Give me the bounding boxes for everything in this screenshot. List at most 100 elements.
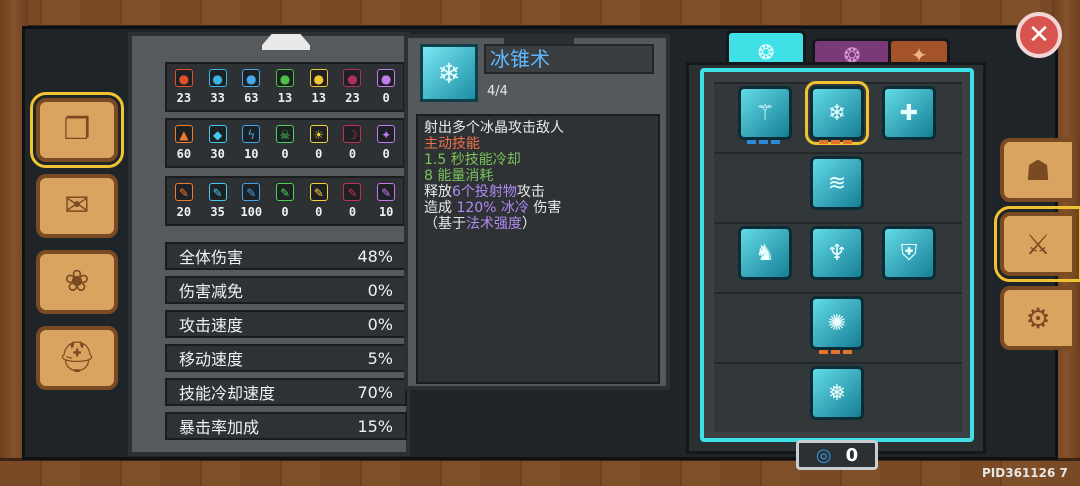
light-icon: ● (309, 69, 328, 87)
tab-map[interactable]: ✉ (36, 174, 118, 238)
skill-points-counter: ◎ 0 (796, 440, 878, 470)
stat-cell: ● 63 (234, 64, 268, 110)
tab-helmet[interactable]: ⛑ (36, 326, 118, 390)
skill-node-ice-spikes[interactable]: ♆ (810, 226, 864, 280)
helmet-icon: ⛑ (57, 340, 97, 375)
desc-highlight: 法术强度 (466, 216, 522, 232)
stat-cell: ● 33 (201, 64, 235, 110)
desc-highlight: 120% 冰冷 (456, 200, 529, 216)
skill-node-blizzard[interactable]: ❅ (810, 366, 864, 420)
arcane-icon: ● (377, 69, 396, 87)
beast-icon: ♞ (755, 240, 775, 266)
tab-settings[interactable]: ⚙ (1000, 286, 1076, 350)
stat-cell: ● 23 (167, 64, 201, 110)
skill-node-ice-shard[interactable]: ❄ (805, 81, 869, 145)
ice-shard-icon: ❄ (827, 100, 847, 126)
frost-nova-icon: ✺ (827, 310, 847, 336)
attr-attack-speed: 攻击速度 0% (165, 310, 407, 338)
skill-name: 冰锥术 (484, 44, 654, 74)
shield-icon: ⛨ (900, 240, 918, 266)
desc-text: 攻击 (516, 184, 545, 200)
desc-text: 造成 (424, 200, 452, 216)
attr-value: 70% (357, 382, 393, 402)
tab-character[interactable]: ☗ (1000, 138, 1076, 202)
attr-damage-reduction: 伤害减免 0% (165, 276, 407, 304)
attr-value: 0% (367, 314, 393, 334)
desc-highlight: 6个投射物 (452, 184, 517, 200)
staff-icon: ⚚ (755, 100, 775, 126)
skill-node-frost-nova[interactable]: ✺ (810, 296, 864, 354)
tab-skills[interactable]: ⚔ (994, 206, 1080, 282)
stat-cell: ✎ 10 (369, 178, 403, 224)
stat-value: 0 (382, 147, 390, 161)
lightning-icon: ϟ (242, 125, 261, 143)
stat-value: 0 (281, 205, 289, 219)
stat-value: 13 (277, 91, 293, 105)
stat-cell: ✎ 0 (268, 178, 302, 224)
attr-label: 暴击率加成 (179, 418, 260, 437)
stat-value: 23 (176, 91, 192, 105)
stat-cell: ✎ 0 (302, 178, 336, 224)
ice-icon: ◆ (208, 125, 227, 143)
tab-inventory[interactable]: ❀ (36, 250, 118, 314)
stat-value: 13 (311, 91, 326, 105)
stat-value: 30 (210, 147, 225, 161)
plus-icon: ✚ (899, 100, 919, 126)
skill-energy: 8 能量消耗 (424, 168, 494, 184)
stat-cell: ϟ 10 (234, 120, 268, 166)
desc-line: 释放6个投射物攻击 (424, 184, 652, 200)
stat-cell: ✎ 100 (234, 178, 268, 224)
stat-cell: ☽ 0 (336, 120, 370, 166)
skill-rank-bar (819, 350, 855, 354)
stat-value: 20 (176, 205, 192, 219)
swirl-icon: ◎ (815, 444, 832, 466)
attr-total-damage: 全体伤害 48% (165, 242, 407, 270)
stat-value: 23 (345, 91, 360, 105)
attr-label: 移动速度 (179, 350, 244, 369)
stat-cell: ▲ 60 (167, 120, 201, 166)
bag-icon: ❀ (64, 264, 90, 299)
skill-node-ice-shield[interactable]: ⛨ (882, 226, 936, 280)
stat-value: 10 (244, 147, 259, 161)
stat-value: 0 (315, 147, 323, 161)
light-icon: ✎ (309, 183, 328, 201)
stat-value: 10 (378, 205, 394, 219)
desc-text: ） (522, 216, 536, 232)
fire-icon: ● (174, 69, 193, 87)
skill-node-heal[interactable]: ✚ (882, 86, 936, 140)
skill-node-ice-beast[interactable]: ♞ (738, 226, 792, 280)
dark-icon: ☽ (343, 125, 362, 143)
close-button[interactable]: ✕ (1016, 12, 1062, 58)
skill-node-frost-wave[interactable]: ≋ (810, 156, 864, 210)
desc-text: 伤害 (533, 200, 562, 216)
arcane-icon: ✎ (377, 183, 396, 201)
attr-crit-rate: 暴击率加成 15% (165, 412, 407, 440)
stat-cell: ☀ 0 (302, 120, 336, 166)
lightning-icon: ● (242, 69, 261, 87)
desc-line: 造成 120% 冰冷 伤害 (424, 200, 652, 216)
ice-shard-icon: ❄ (420, 44, 478, 102)
stat-cell: ● 0 (369, 64, 403, 110)
skill-cooldown: 1.5 秒技能冷却 (424, 152, 521, 168)
lightning-icon: ✎ (242, 183, 261, 201)
map-icon: ✉ (64, 188, 90, 223)
desc-text: 释放 (424, 184, 452, 200)
skill-node-staff[interactable]: ⚚ (738, 86, 792, 144)
stat-row-damage: ▲ 60 ◆ 30 ϟ 10 ☠ 0 ☀ 0 ☽ 0 ✦ 0 (165, 118, 405, 168)
wood-frame-top (0, 0, 1080, 28)
light-icon: ☀ (309, 125, 328, 143)
tab-book[interactable]: ❐ (30, 92, 124, 168)
arcane-icon: ✦ (377, 125, 396, 143)
stat-value: 33 (210, 91, 225, 105)
stat-cell: ● 13 (302, 64, 336, 110)
skill-level: 4/4 (487, 84, 508, 99)
skill-rank-bar (819, 140, 855, 144)
dark-icon: ✎ (343, 183, 362, 201)
attr-label: 伤害减免 (179, 282, 244, 301)
gear-icon: ⚙ (1025, 301, 1051, 335)
desc-line: 射出多个冰晶攻击敌人 (424, 120, 564, 136)
stat-row-effects: ✎ 20 ✎ 35 ✎ 100 ✎ 0 ✎ 0 ✎ 0 ✎ 10 (165, 176, 405, 226)
dark-icon: ● (343, 69, 362, 87)
stat-value: 0 (315, 205, 323, 219)
attr-cooldown-speed: 技能冷却速度 70% (165, 378, 407, 406)
